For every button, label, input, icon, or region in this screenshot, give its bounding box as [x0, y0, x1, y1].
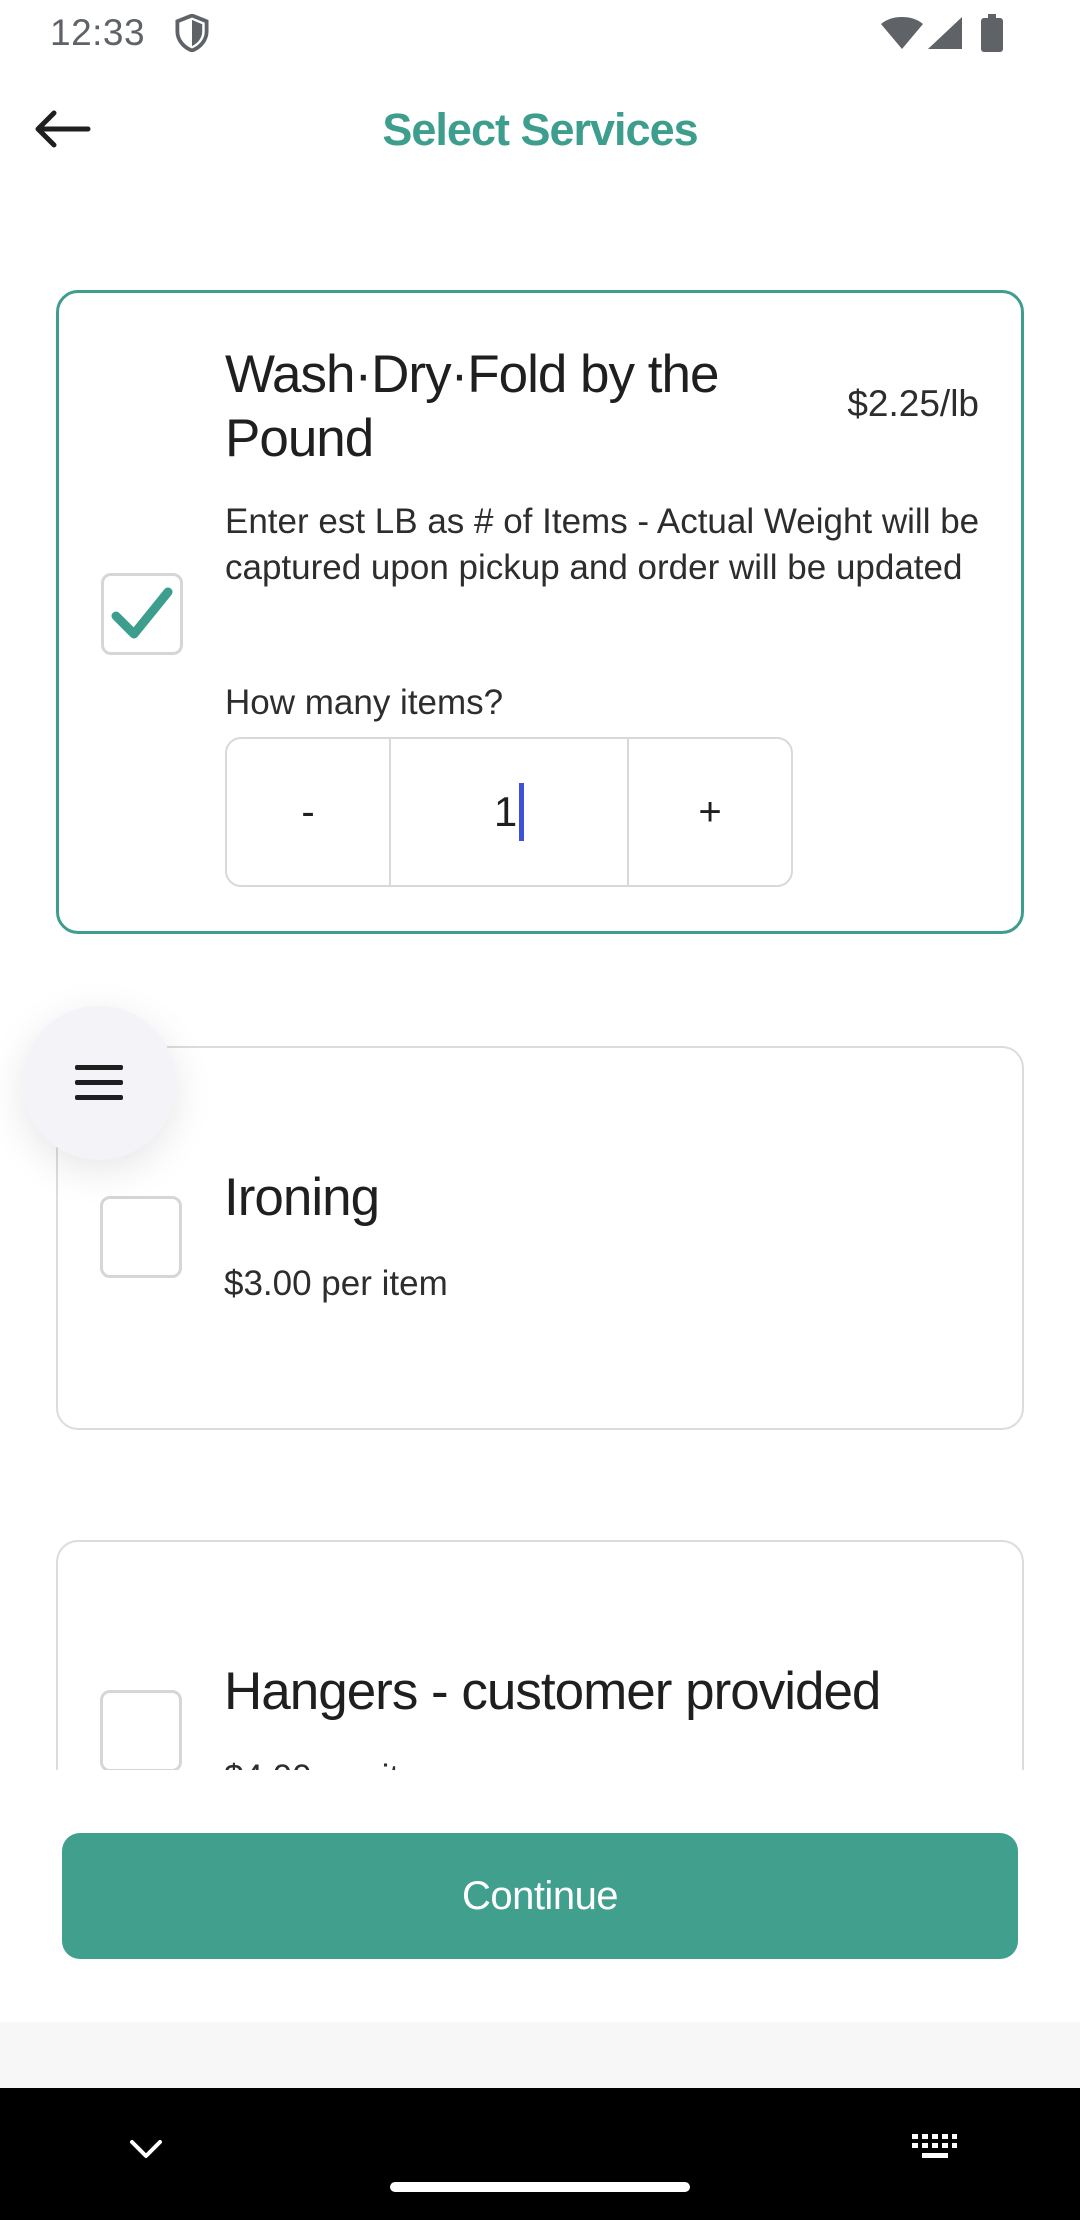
header: Select Services: [0, 66, 1080, 196]
service-title: Ironing: [224, 1168, 380, 1227]
continue-button[interactable]: Continue: [62, 1833, 1018, 1959]
hamburger-icon: [75, 1065, 123, 1100]
signal-icon: [928, 17, 962, 49]
service-title: Hangers - customer provided: [224, 1662, 881, 1721]
quantity-stepper: - 1 +: [225, 737, 793, 887]
service-card-hangers[interactable]: Hangers - customer provided $4.00 per it…: [56, 1540, 1024, 1770]
services-list[interactable]: Wash·Dry·Fold by the Pound $2.25/lb Ente…: [0, 196, 1080, 1770]
home-handle[interactable]: [390, 2182, 690, 2192]
wifi-icon: [881, 17, 923, 49]
status-time: 12:33: [50, 12, 146, 53]
service-checkbox[interactable]: [100, 1196, 182, 1278]
status-bar: 12:33: [0, 0, 1080, 66]
service-title-line1: Wash·Dry·Fold by the: [225, 345, 719, 404]
system-nav-bar: [0, 2088, 1080, 2220]
text-caret: [519, 783, 525, 841]
service-price: $2.25/lb: [847, 383, 979, 424]
service-checkbox[interactable]: [101, 573, 183, 655]
check-icon: [111, 587, 173, 639]
decrement-button[interactable]: -: [227, 739, 389, 885]
service-price: $3.00 per item: [224, 1264, 448, 1303]
keyboard-icon[interactable]: [910, 2132, 958, 2166]
service-checkbox[interactable]: [100, 1690, 182, 1770]
service-card-ironing[interactable]: Ironing $3.00 per item: [56, 1046, 1024, 1430]
increment-button[interactable]: +: [629, 739, 791, 885]
battery-icon: [981, 14, 1003, 52]
service-description: Enter est LB as # of Items - Actual Weig…: [225, 502, 980, 587]
service-title-line2: Pound: [225, 409, 374, 468]
quantity-label: How many items?: [225, 683, 504, 722]
bottom-strip: [0, 2022, 1080, 2088]
service-title: Wash·Dry·Fold by the Pound: [225, 343, 719, 471]
service-price: $4.00 per item: [224, 1758, 448, 1770]
quantity-value: 1: [493, 788, 518, 835]
chevron-down-icon[interactable]: [128, 2138, 164, 2162]
menu-button[interactable]: [22, 1006, 176, 1160]
shield-icon: [175, 14, 209, 52]
screen: 12:33 Select Services Wash·Dry·Fold by t…: [0, 0, 1080, 2220]
quantity-input[interactable]: 1: [389, 739, 629, 885]
service-card-wash-dry-fold[interactable]: Wash·Dry·Fold by the Pound $2.25/lb Ente…: [56, 290, 1024, 934]
page-title: Select Services: [382, 104, 698, 155]
